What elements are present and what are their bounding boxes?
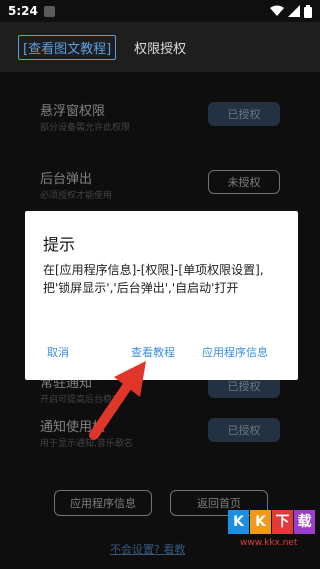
wifi-icon	[270, 5, 284, 16]
dialog-message: 在[应用程序信息]-[权限]-[单项权限设置],把'锁屏显示','后台弹出','…	[43, 263, 264, 295]
watermark-url: www.kkx.net	[240, 538, 298, 548]
dialog-title: 提示	[43, 235, 76, 254]
prompt-dialog: 提示 在[应用程序信息]-[权限]-[单项权限设置],把'锁屏显示','后台弹出…	[25, 211, 298, 380]
header-bar: [查看图文教程] 权限授权	[0, 22, 320, 72]
watermark-char: K	[250, 510, 271, 534]
kkx-watermark: KK下载 www.kkx.net	[228, 510, 316, 548]
watermark-char: 下	[272, 510, 293, 534]
status-icons	[270, 4, 312, 18]
status-time: 5:24	[8, 4, 38, 18]
tab-permission[interactable]: 权限授权	[134, 38, 186, 57]
cancel-button[interactable]: 取消	[47, 344, 69, 360]
battery-icon	[304, 4, 312, 18]
watermark-char: 载	[294, 510, 315, 534]
watermark-char: K	[228, 510, 249, 534]
app-info-dialog-button[interactable]: 应用程序信息	[202, 344, 268, 360]
signal-icon	[288, 5, 300, 17]
app-notification-icon	[43, 5, 55, 17]
pointer-arrow-icon	[89, 361, 146, 440]
status-bar: 5:24	[0, 0, 320, 22]
tab-view-tutorial[interactable]: [查看图文教程]	[18, 34, 117, 60]
